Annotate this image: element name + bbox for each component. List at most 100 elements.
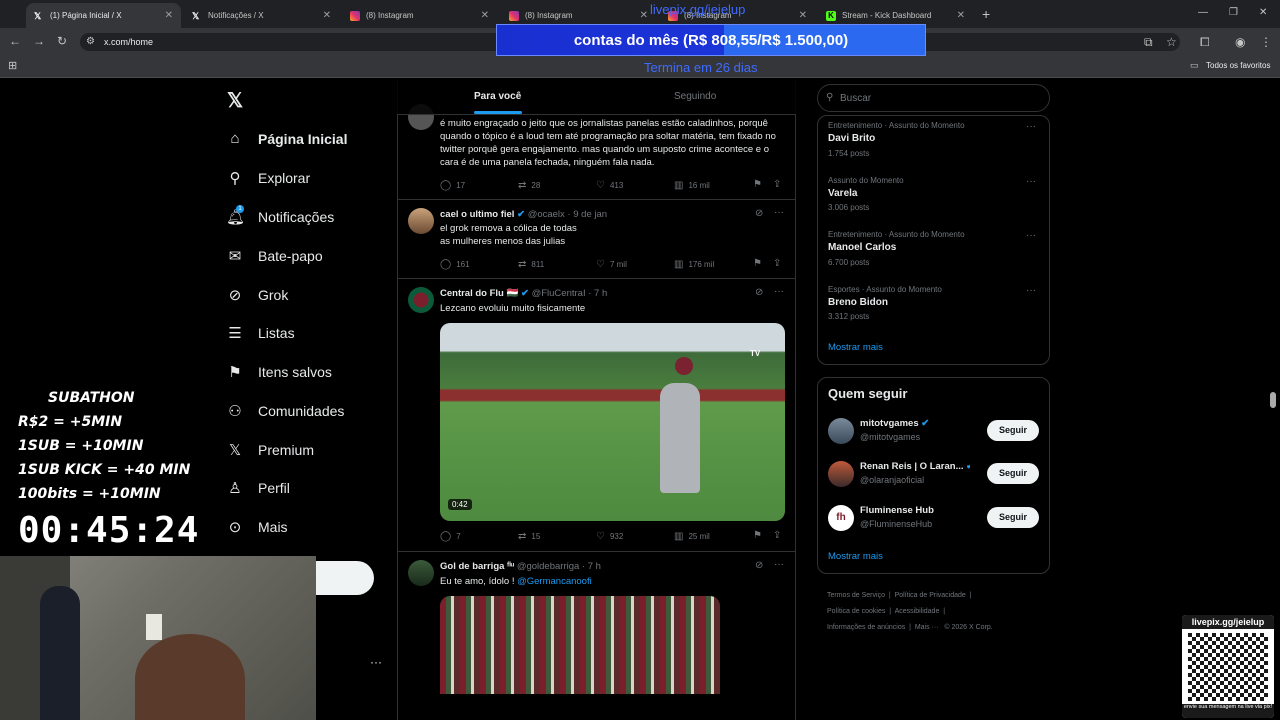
repost-button[interactable]: ⇄ 811 [518,259,544,270]
close-tab-icon[interactable]: ✕ [165,10,173,21]
nav-premium[interactable]: 𝕏 Premium [226,441,314,459]
nav-home[interactable]: ⌂ Página Inicial [226,130,347,147]
grok-icon[interactable]: ⊘ [755,287,763,298]
avatar[interactable] [828,461,854,487]
nav-chat[interactable]: ✉ Bate-papo [226,247,323,265]
reply-button[interactable]: ◯ 161 [440,259,470,270]
avatar[interactable] [408,208,434,234]
trend-name[interactable]: Davi Brito [828,133,875,144]
share-icon[interactable]: ⇪ [773,258,781,269]
trend-name[interactable]: Manoel Carlos [828,242,896,253]
share-icon[interactable]: ⇪ [773,530,781,541]
tab-home[interactable]: 𝕏 (1) Página Inicial / X ✕ [26,3,181,28]
post-menu-icon[interactable]: ··· [774,286,784,297]
trend-name[interactable]: Breno Bidon [828,297,888,308]
grok-icon[interactable]: ⊘ [755,560,763,571]
minimize-icon[interactable]: — [1198,7,1208,18]
close-tab-icon[interactable]: ✕ [323,10,331,21]
footer-link[interactable]: Acessibilidade [895,608,940,615]
trend-menu-icon[interactable]: ··· [1026,121,1036,132]
views-button[interactable]: ▥ 25 mil [674,531,710,542]
close-tab-icon[interactable]: ✕ [481,10,489,21]
post-author[interactable]: Central do Flu 🇭🇺 ✔ @FluCentraI · 7 h [440,288,607,299]
reload-icon[interactable]: ↻ [57,34,67,48]
repost-button[interactable]: ⇄ 28 [518,180,540,191]
post[interactable]: cael o ultimo fiel ✔ @ocaelx · 9 de jan … [398,200,795,279]
trend-menu-icon[interactable]: ··· [1026,230,1036,241]
post-author[interactable]: Gol de barriga ᶠˡᵘ @goldebarriga · 7 h [440,561,601,572]
like-button[interactable]: ♡ 413 [596,180,623,191]
post[interactable]: Central do Flu 🇭🇺 ✔ @FluCentraI · 7 h ⊘ … [398,279,795,552]
profile-icon[interactable]: ◉ [1235,35,1245,49]
share-icon[interactable]: ⇪ [773,179,781,190]
avatar[interactable] [408,560,434,586]
reply-button[interactable]: ◯ 7 [440,531,461,542]
url-text[interactable]: x.com/home [104,37,153,47]
follow-name[interactable]: Fluminense Hub [860,505,970,516]
mention-link[interactable]: @Germancanoofi [517,576,592,587]
bookmark-icon[interactable]: ⚑ [753,258,762,269]
post-image[interactable] [440,596,720,694]
close-tab-icon[interactable]: ✕ [957,10,965,21]
tab-following[interactable]: Seguindo [674,91,716,102]
tab-instagram-1[interactable]: (8) Instagram ✕ [342,3,497,28]
views-button[interactable]: ▥ 16 mil [674,180,710,191]
follow-button[interactable]: Seguir [987,420,1039,441]
maximize-icon[interactable]: ❐ [1229,7,1238,18]
nav-lists[interactable]: ☰ Listas [226,324,294,342]
install-app-icon[interactable]: ⧉ [1144,35,1153,50]
post[interactable]: Gol de barriga ᶠˡᵘ @goldebarriga · 7 h ⊘… [398,552,795,694]
footer-link[interactable]: Política de cookies [827,608,885,615]
close-tab-icon[interactable]: ✕ [799,10,807,21]
apps-icon[interactable]: ⊞ [8,59,17,72]
like-button[interactable]: ♡ 7 mil [596,259,627,270]
new-tab-icon[interactable]: + [982,6,990,22]
footer-link[interactable]: Política de Privacidade [895,592,966,599]
nav-explore[interactable]: ⚲ Explorar [226,169,311,187]
footer-link[interactable]: Mais ··· [915,624,939,631]
nav-communities[interactable]: ⚇ Comunidades [226,402,344,420]
repost-button[interactable]: ⇄ 15 [518,531,540,542]
all-bookmarks-label[interactable]: Todos os favoritos [1206,61,1270,70]
back-icon[interactable]: ← [9,34,21,48]
follow-button[interactable]: Seguir [987,463,1039,484]
fluminense-hub-logo-icon[interactable]: fh [828,505,854,531]
account-menu-icon[interactable]: ··· [370,655,382,669]
trend-menu-icon[interactable]: ··· [1026,176,1036,187]
menu-icon[interactable]: ⋮ [1260,35,1272,49]
post-menu-icon[interactable]: ··· [774,207,784,218]
star-icon[interactable]: ☆ [1166,35,1177,49]
search-input[interactable]: Buscar [817,84,1050,112]
follow-name[interactable]: mitotvgames ✔ [860,418,970,429]
views-button[interactable]: ▥ 176 mil [674,259,714,270]
bookmark-icon[interactable]: ⚑ [753,530,762,541]
follow-show-more[interactable]: Mostrar mais [828,551,883,562]
post-menu-icon[interactable]: ··· [774,559,784,570]
like-button[interactable]: ♡ 932 [596,531,623,542]
nav-bookmarks[interactable]: ⚑ Itens salvos [226,363,332,381]
avatar[interactable] [828,418,854,444]
bookmark-icon[interactable]: ⚑ [753,179,762,190]
reply-button[interactable]: ◯ 17 [440,180,465,191]
scrollbar[interactable] [1270,392,1276,408]
follow-name[interactable]: Renan Reis | O Laran... ✔ [860,461,970,472]
nav-grok[interactable]: ⊘ Grok [226,286,289,304]
avatar[interactable] [408,287,434,313]
trend-menu-icon[interactable]: ··· [1026,285,1036,296]
trends-show-more[interactable]: Mostrar mais [828,342,883,353]
video-player[interactable]: TV 0:42 [440,323,785,521]
x-logo-icon[interactable]: 𝕏 [227,88,243,113]
site-info-icon[interactable]: ⚙ [86,36,95,47]
nav-more[interactable]: ⊙ Mais [226,518,288,536]
post-author[interactable]: cael o ultimo fiel ✔ @ocaelx · 9 de jan [440,209,607,220]
close-window-icon[interactable]: ✕ [1259,7,1267,18]
follow-button[interactable]: Seguir [987,507,1039,528]
tab-for-you[interactable]: Para você [474,91,521,102]
footer-link[interactable]: Informações de anúncios [827,624,905,631]
extensions-icon[interactable]: ⧠ [1200,35,1210,50]
tab-notifications[interactable]: 𝕏 Notificações / X ✕ [184,3,339,28]
grok-icon[interactable]: ⊘ [755,208,763,219]
trend-name[interactable]: Varela [828,188,857,199]
close-tab-icon[interactable]: ✕ [640,10,648,21]
forward-icon[interactable]: → [33,34,45,48]
